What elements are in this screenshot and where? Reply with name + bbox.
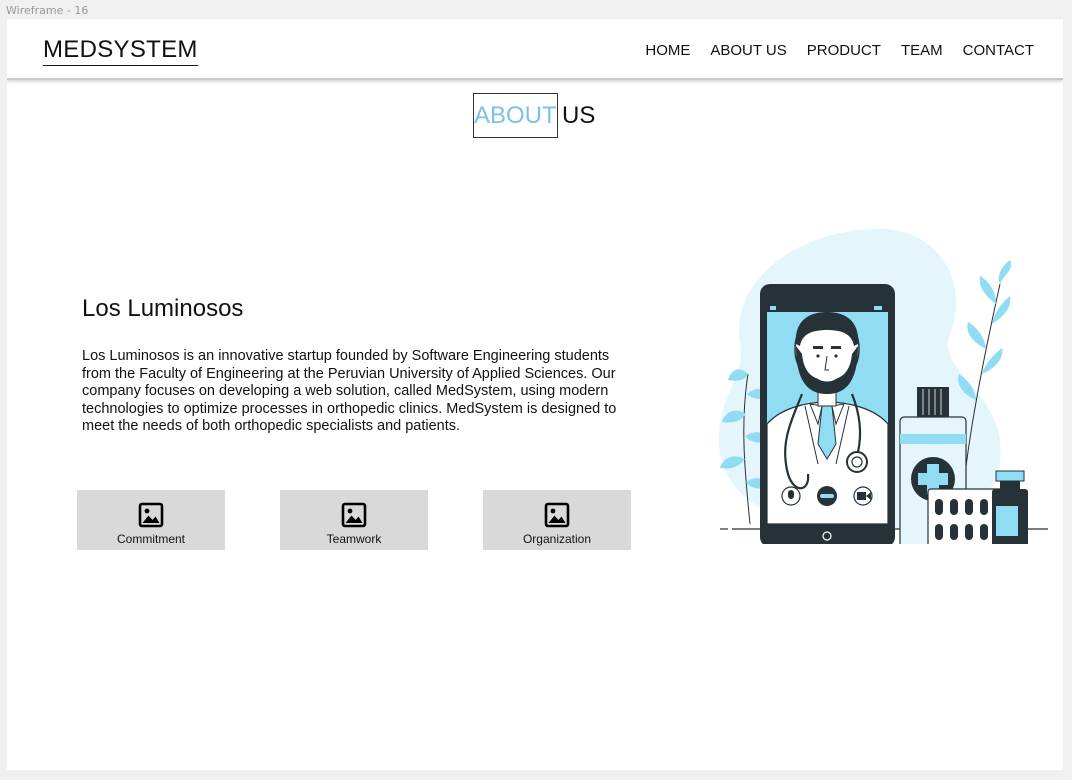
telemedicine-illustration: [718, 228, 1048, 544]
frame-label: Wireframe - 16: [6, 4, 89, 17]
image-icon: [138, 502, 164, 528]
section-title: ABOUT US: [473, 93, 595, 138]
value-card-commitment[interactable]: Commitment: [77, 490, 225, 550]
value-label: Teamwork: [326, 532, 382, 546]
image-icon: [544, 502, 570, 528]
nav-contact[interactable]: CONTACT: [963, 41, 1034, 61]
section-title-rest: US: [562, 102, 596, 129]
phone-icon: [760, 284, 895, 544]
logo[interactable]: MEDSYSTEM: [43, 36, 198, 66]
main-nav: HOME ABOUT US PRODUCT TEAM CONTACT: [645, 41, 1034, 61]
nav-about-us[interactable]: ABOUT US: [710, 41, 786, 61]
section-title-highlight: ABOUT: [473, 93, 558, 138]
company-name: Los Luminosos: [82, 295, 244, 322]
navbar: MEDSYSTEM HOME ABOUT US PRODUCT TEAM CON…: [7, 19, 1063, 80]
company-description: Los Luminosos is an innovative startup f…: [82, 348, 617, 435]
value-label: Organization: [522, 532, 592, 546]
page-frame: MEDSYSTEM HOME ABOUT US PRODUCT TEAM CON…: [7, 19, 1063, 770]
nav-team[interactable]: TEAM: [901, 41, 943, 61]
value-card-teamwork[interactable]: Teamwork: [280, 490, 428, 550]
small-bottle-icon: [992, 470, 1028, 544]
image-icon: [341, 502, 367, 528]
nav-home[interactable]: HOME: [645, 41, 690, 61]
value-card-organization[interactable]: Organization: [483, 490, 631, 550]
nav-product[interactable]: PRODUCT: [807, 41, 881, 61]
value-label: Commitment: [116, 532, 185, 546]
